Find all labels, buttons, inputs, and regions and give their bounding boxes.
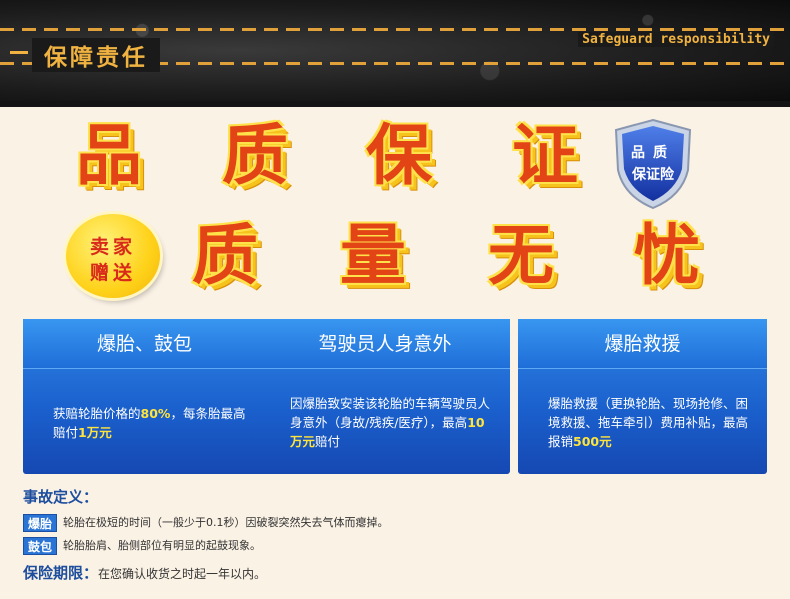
definition-tag: 鼓包 — [23, 536, 58, 555]
insurance-period: 保险期限：在您确认收货之时起一年以内。 — [23, 562, 266, 583]
header-banner: 保障责任 Safeguard responsibility — [0, 0, 790, 107]
period-label: 保险期限： — [23, 564, 99, 582]
definition-desc: 轮胎在极短的时间（一般少于0.1秒）因破裂突然失去气体而瘪掉。 — [63, 515, 389, 529]
definition-row: 鼓包 轮胎胎肩、胎侧部位有明显的起鼓现象。 — [23, 535, 262, 555]
coverage-card-driver-accident: 驾驶员人身意外 因爆胎致安装该轮胎的车辆驾驶员人身意外（身故/残疾/医疗），最高… — [260, 319, 510, 474]
definitions-title: 事故定义： — [23, 488, 99, 506]
card-body: 因爆胎致安装该轮胎的车辆驾驶员人身意外（身故/残疾/医疗），最高10万元赔付 — [276, 381, 494, 464]
card-text: 赔付 — [315, 434, 341, 449]
headline-char: 忧 — [634, 216, 700, 294]
gift-text-line2: 赠送 — [89, 262, 136, 284]
card-highlight: 80% — [140, 405, 171, 421]
headline-char: 无 — [488, 216, 554, 294]
headline-char: 品 — [76, 116, 142, 194]
section-title-en: Safeguard responsibility — [578, 32, 774, 47]
card-title: 爆胎救援 — [518, 319, 767, 369]
headline-char: 量 — [340, 216, 406, 294]
definition-tag: 爆胎 — [23, 513, 58, 532]
coverage-card-rescue: 爆胎救援 爆胎救援（更换轮胎、现场抢修、困境救援、拖车牵引）费用补贴，最高报销5… — [518, 319, 767, 474]
badge-text-line2: 保证险 — [632, 167, 674, 183]
badge-text-line1: 品质 — [631, 145, 675, 161]
card-text: 获赔轮胎价格的 — [53, 405, 141, 421]
card-highlight: 500元 — [573, 434, 612, 449]
headline-char: 质 — [192, 216, 258, 294]
card-highlight: 1万元 — [78, 424, 112, 440]
quality-insurance-badge: 品质 保证险 — [612, 118, 694, 210]
headline-char: 证 — [512, 116, 578, 194]
definition-row: 爆胎 轮胎在极短的时间（一般少于0.1秒）因破裂突然失去气体而瘪掉。 — [23, 512, 389, 532]
headline-char: 质 — [222, 116, 288, 194]
section-title: 保障责任 — [10, 38, 160, 72]
gift-text-line1: 卖家 — [89, 236, 136, 258]
card-body: 获赔轮胎价格的80%，每条胎最高赔付1万元 — [39, 381, 250, 464]
card-title: 爆胎、鼓包 — [23, 319, 266, 369]
definition-desc: 轮胎胎肩、胎侧部位有明显的起鼓现象。 — [63, 538, 262, 552]
coverage-card-tire-burst: 爆胎、鼓包 获赔轮胎价格的80%，每条胎最高赔付1万元 — [23, 319, 266, 474]
seller-gift-badge: 卖家 赠送 — [66, 214, 160, 298]
header-divider-top — [0, 28, 790, 31]
card-text: 因爆胎致安装该轮胎的车辆驾驶员人身意外（身故/残疾/医疗），最高 — [290, 396, 491, 430]
period-text: 在您确认收货之时起一年以内。 — [98, 567, 267, 581]
card-body: 爆胎救援（更换轮胎、现场抢修、困境救援、拖车牵引）费用补贴，最高报销500元 — [534, 381, 751, 464]
headline-char: 保 — [366, 116, 432, 194]
card-title: 驾驶员人身意外 — [260, 319, 510, 369]
